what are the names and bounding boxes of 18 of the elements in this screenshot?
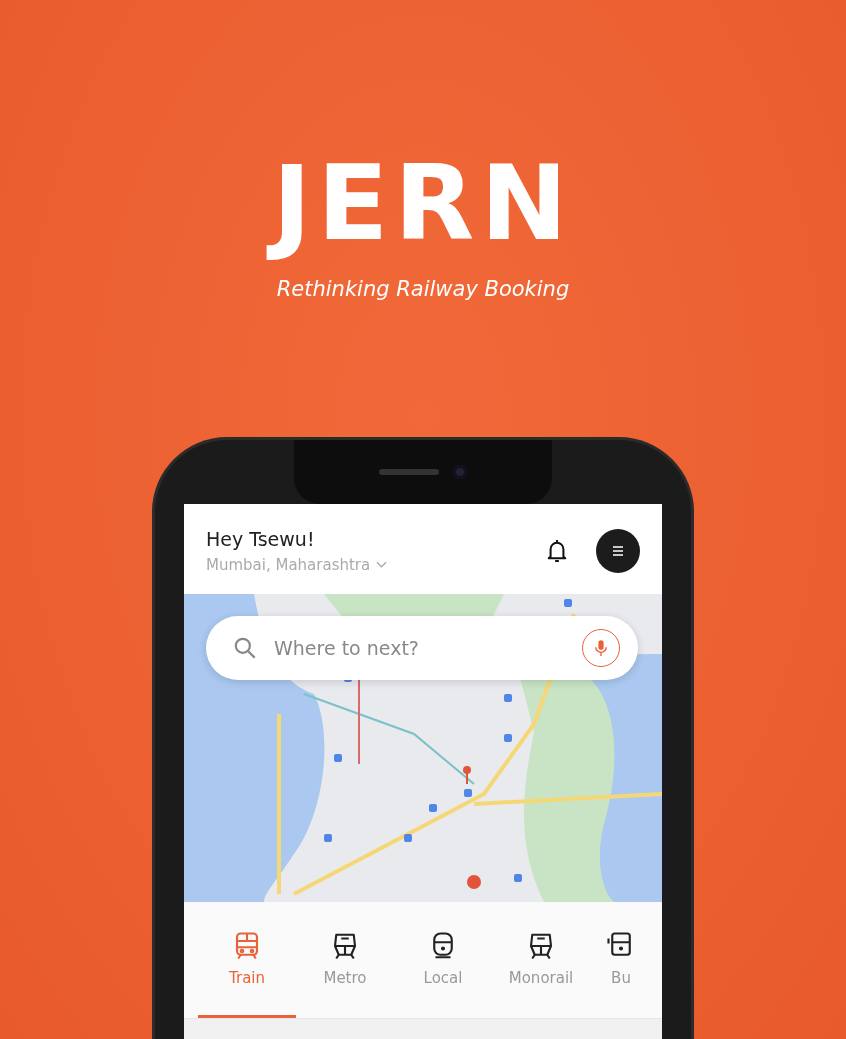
logo: JERN bbox=[258, 136, 588, 272]
search-field[interactable]: Where to next? bbox=[272, 636, 582, 660]
search-bar[interactable]: Where to next? bbox=[206, 616, 638, 680]
transport-tab[interactable]: Local bbox=[394, 902, 492, 1018]
tagline: Rethinking Railway Booking bbox=[276, 277, 570, 302]
location-label[interactable]: Mumbai, Maharashtra bbox=[206, 556, 371, 574]
menu-icon bbox=[611, 545, 625, 557]
camera-icon bbox=[453, 465, 467, 479]
menu-button[interactable] bbox=[596, 529, 640, 573]
search-icon bbox=[232, 635, 258, 661]
transport-tab[interactable]: Metro bbox=[296, 902, 394, 1018]
microphone-button[interactable] bbox=[582, 629, 620, 667]
microphone-icon bbox=[594, 639, 608, 657]
greeting: Hey Tsewu! bbox=[206, 528, 316, 550]
transport-tab[interactable]: Bu bbox=[590, 902, 652, 1018]
bell-icon[interactable] bbox=[546, 538, 568, 564]
speaker-icon bbox=[379, 469, 439, 475]
transport-tab[interactable]: Monorail bbox=[492, 902, 590, 1018]
